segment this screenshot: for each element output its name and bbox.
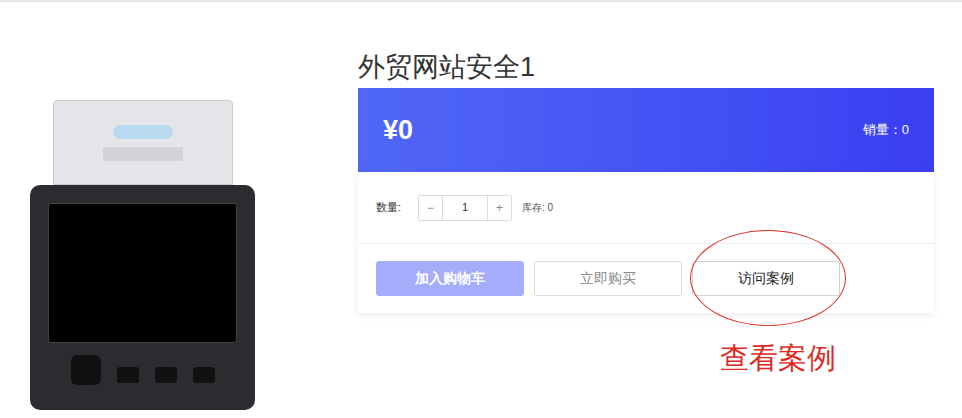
quantity-stepper: −+ xyxy=(418,195,512,221)
quantity-label: 数量: xyxy=(376,199,418,216)
price-bar: ¥0 销量：0 xyxy=(358,88,934,172)
product-image xyxy=(0,2,358,410)
minus-button[interactable]: − xyxy=(419,196,443,220)
sales-count: 销量：0 xyxy=(863,120,909,140)
annotation-text: 查看案例 xyxy=(720,338,836,378)
quantity-input[interactable] xyxy=(443,196,487,220)
action-button[interactable]: 加入购物车 xyxy=(376,261,524,296)
action-button[interactable]: 立即购买 xyxy=(534,261,682,296)
stock: 库存: 0 xyxy=(522,200,553,215)
action-button[interactable]: 访问案例 xyxy=(692,261,840,296)
plus-button[interactable]: + xyxy=(487,196,511,220)
page: 外贸网站安全1¥0销量：0数量:−+库存: 0加入购物车立即购买访问案例查看案例 xyxy=(0,0,962,418)
purchase-card: 数量:−+库存: 0加入购物车立即购买访问案例 xyxy=(358,172,934,313)
annotation-ellipse xyxy=(690,230,846,326)
product-title: 外贸网站安全1 xyxy=(358,48,934,86)
price: ¥0 xyxy=(383,110,413,151)
